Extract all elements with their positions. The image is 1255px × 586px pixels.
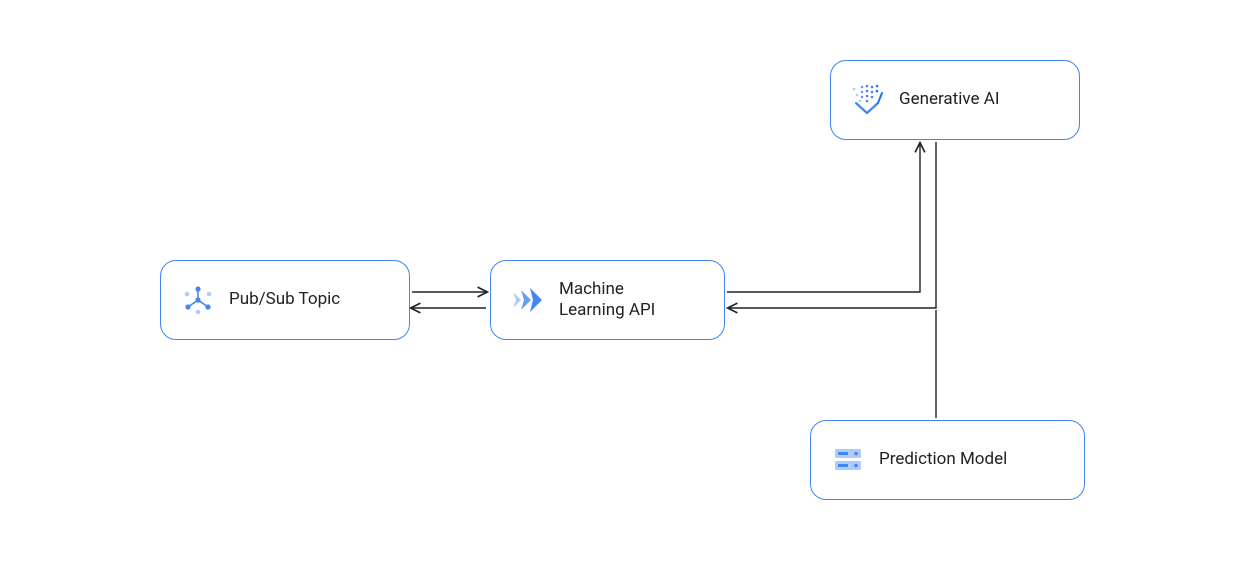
arrow-mlapi-to-genai — [727, 144, 920, 292]
prediction-model-icon — [831, 443, 865, 477]
node-generative-ai: Generative AI — [830, 60, 1080, 140]
pubsub-label: Pub/Sub Topic — [229, 289, 340, 310]
ml-api-label: Machine Learning API — [559, 279, 655, 322]
pubsub-icon — [181, 283, 215, 317]
ml-api-icon — [511, 283, 545, 317]
node-prediction-model: Prediction Model — [810, 420, 1085, 500]
arrow-genai-to-mlapi — [729, 142, 936, 308]
node-ml-api: Machine Learning API — [490, 260, 725, 340]
generative-ai-icon — [851, 83, 885, 117]
generative-ai-label: Generative AI — [899, 89, 999, 110]
node-pubsub-topic: Pub/Sub Topic — [160, 260, 410, 340]
prediction-model-label: Prediction Model — [879, 449, 1007, 470]
